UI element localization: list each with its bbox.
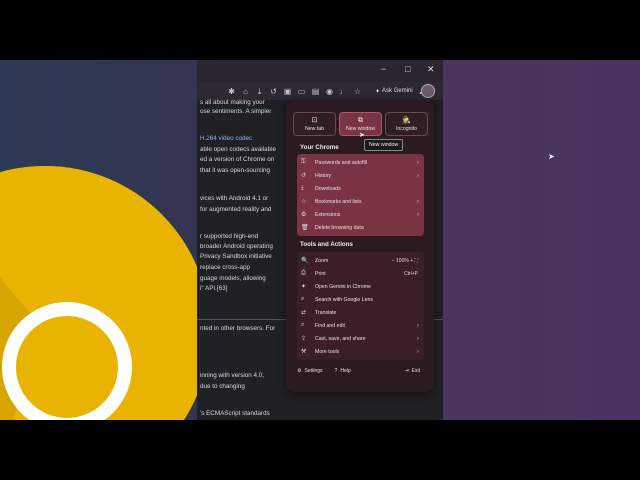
your-chrome-group: ⚿ Passwords and autofill › ↺ History › ⤓ Down… — [297, 154, 424, 236]
chevron-right-icon: › — [417, 322, 419, 329]
letterbox-top — [0, 0, 640, 60]
incognito-button[interactable]: 🕵 Incognito — [385, 112, 428, 136]
home-icon[interactable]: ⌂ — [241, 87, 250, 96]
article-line: Privacy Sandbox initiative — [200, 253, 272, 260]
tools-icon: ⚒ — [301, 349, 307, 355]
shortcut-label: Ctrl+P — [403, 270, 418, 277]
title-bar: − □ ✕ — [197, 60, 443, 82]
article-line: replace cross-app — [200, 264, 251, 271]
translate-icon: ⇄ — [301, 310, 307, 316]
close-button[interactable]: ✕ — [427, 64, 435, 75]
help-icon: ? — [334, 368, 338, 374]
chrome-menu: ⊡ New tab ⧉ New window 🕵 Incognito Your … — [286, 100, 434, 392]
menu-item-lens[interactable]: ⌕ Search with Google Lens — [297, 293, 424, 306]
print-icon: ⎙ — [301, 270, 306, 276]
settings-button[interactable]: ⚙ Settings — [297, 368, 323, 374]
chevron-right-icon: › — [417, 211, 419, 218]
article-line: r supported high-end — [200, 233, 259, 240]
puzzle-icon: ⚙ — [301, 212, 307, 218]
chevron-right-icon: › — [417, 348, 419, 355]
menu-item-find-edit[interactable]: ⌕ Find and edit › — [297, 319, 424, 332]
menu-item-gemini[interactable]: ✦ Open Gemini in Chrome — [297, 280, 424, 293]
incognito-icon: 🕵 — [402, 116, 411, 124]
history-icon[interactable]: ↺ — [269, 87, 278, 96]
tab-icon[interactable]: ▤ — [311, 87, 320, 96]
article-line: 's ECMAScript standards — [200, 410, 270, 417]
article-line: s all about making your — [200, 99, 265, 106]
article-line: vices with Android 4.1 or — [200, 195, 269, 202]
zoom-controls[interactable]: − 100% + ⛶ — [392, 258, 418, 264]
trash-icon: 🗑 — [301, 225, 309, 231]
camera-icon[interactable]: ◉ — [325, 87, 334, 96]
download-icon: ⤓ — [301, 185, 304, 191]
menu-item-zoom[interactable]: 🔍 Zoom − 100% + ⛶ — [297, 254, 424, 267]
article-line: nted in other browsers. For — [200, 325, 276, 332]
exit-icon: ⇥ — [404, 368, 409, 374]
exit-button[interactable]: ⇥ Exit — [404, 368, 420, 374]
article-line: due to changing — [200, 383, 245, 390]
bookmark-icon[interactable]: ☆ — [353, 87, 362, 96]
cast-icon[interactable]: ▭ — [297, 87, 306, 96]
article-line: ose sentiments. A simpler — [200, 108, 272, 115]
chevron-right-icon: › — [417, 335, 419, 342]
menu-item-translate[interactable]: ⇄ Translate — [297, 306, 424, 319]
article-line: i" API.[63] — [200, 285, 228, 292]
zoom-icon: 🔍 — [301, 258, 309, 264]
section-title-tools: Tools and Actions — [300, 241, 353, 248]
menu-item-more-tools[interactable]: ⚒ More tools › — [297, 345, 424, 358]
article-line: broader Android operating — [200, 243, 273, 250]
new-tab-button[interactable]: ⊡ New tab — [293, 112, 336, 136]
gemini-icon: ✦ — [375, 88, 381, 95]
menu-item-delete-data[interactable]: 🗑 Delete browsing data — [297, 221, 424, 234]
article-line: inning with version 4.0, — [200, 372, 265, 379]
menu-item-print[interactable]: ⎙ Print Ctrl+P — [297, 267, 424, 280]
extensions-icon[interactable]: ✱ — [227, 87, 236, 96]
article-line: that it was open-sourcing — [200, 167, 271, 174]
download-icon[interactable]: ⤓ — [255, 87, 264, 96]
find-icon: ⌕ — [301, 322, 305, 328]
tooltip: New window — [364, 139, 404, 151]
mic-icon[interactable]: ♩ — [339, 87, 348, 96]
star-icon: ☆ — [301, 199, 307, 205]
minimize-button[interactable]: − — [381, 64, 386, 74]
menu-button[interactable] — [421, 84, 435, 98]
new-window-icon: ⧉ — [358, 116, 363, 124]
menu-item-extensions[interactable]: ⚙ Extensions › — [297, 208, 424, 221]
chevron-right-icon: › — [417, 159, 419, 166]
maximize-button[interactable]: □ — [405, 64, 410, 74]
menu-item-cast-save-share[interactable]: ⇪ Cast, save, and share › — [297, 332, 424, 345]
menu-item-passwords[interactable]: ⚿ Passwords and autofill › — [297, 156, 424, 169]
mouse-cursor-icon: ➤ — [359, 132, 365, 139]
article-line: able open codecs available — [200, 146, 276, 153]
new-tab-icon: ⊡ — [311, 116, 318, 124]
article-line: guage models, allowing — [200, 275, 266, 282]
menu-footer: ⚙ Settings ? Help ⇥ Exit — [297, 365, 424, 377]
article-line: for augmented reality and — [200, 206, 272, 213]
ask-gemini-button[interactable]: ✦ Ask Gemini — [375, 88, 413, 95]
chrome-logo-ring — [2, 302, 132, 420]
share-icon: ⇪ — [301, 336, 307, 342]
history-icon: ↺ — [301, 173, 307, 179]
menu-item-downloads[interactable]: ⤓ Downloads — [297, 182, 424, 195]
menu-item-history[interactable]: ↺ History › — [297, 169, 424, 182]
lens-icon: ⌕ — [301, 296, 305, 302]
chevron-right-icon: › — [417, 198, 419, 205]
gemini-icon: ✦ — [301, 284, 307, 290]
save-icon[interactable]: ▣ — [283, 87, 292, 96]
key-icon: ⚿ — [301, 159, 306, 165]
tools-group: 🔍 Zoom − 100% + ⛶ ⎙ Print Ctrl+P ✦ Open Gemin… — [297, 252, 424, 360]
menu-item-bookmarks[interactable]: ☆ Bookmarks and lists › — [297, 195, 424, 208]
article-line: ed a version of Chrome on — [200, 156, 275, 163]
help-button[interactable]: ? Help — [335, 368, 351, 374]
chevron-right-icon: › — [417, 172, 419, 179]
article-link[interactable]: H.264 video codec — [200, 135, 252, 142]
section-title-your-chrome: Your Chrome — [300, 144, 339, 151]
letterbox-bottom — [0, 420, 640, 480]
toolbar: ✱ ⌂ ⤓ ↺ ▣ ▭ ▤ ◉ ♩ ☆ ✦Ask Gemini ♟ — [197, 82, 443, 100]
gear-icon: ⚙ — [297, 368, 302, 374]
mouse-cursor-icon: ➤ — [548, 152, 555, 161]
